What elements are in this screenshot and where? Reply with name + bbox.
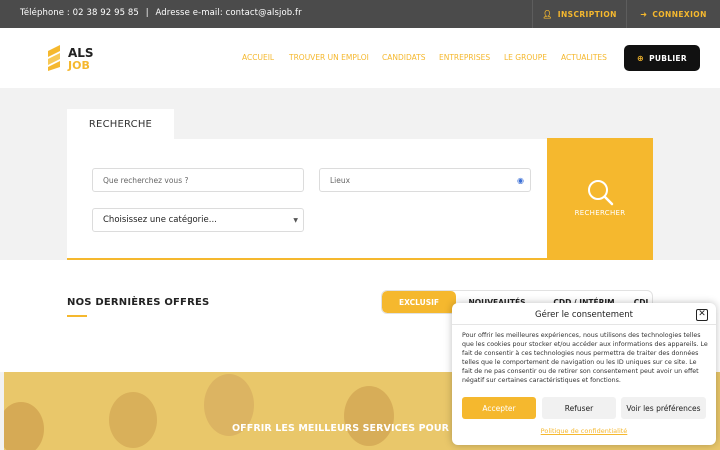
signup-label: INSCRIPTION [557, 9, 617, 19]
contact-info: Téléphone : 02 38 92 95 85 | Adresse e-m… [20, 8, 302, 18]
nav-candidats[interactable]: CANDIDATS [382, 53, 426, 62]
search-button-label: RECHERCHER [574, 209, 626, 217]
category-select[interactable]: Choisissez une catégorie... ▼ [92, 208, 304, 232]
nav-entreprises[interactable]: ENTREPRISES [439, 53, 490, 62]
cookie-consent-dialog: Gérer le consentement ✕ Pour offrir les … [452, 303, 716, 445]
consent-body: Pour offrir les meilleures expériences, … [462, 332, 708, 384]
location-target-icon[interactable]: ◉ [517, 176, 524, 185]
refuse-button[interactable]: Refuser [542, 397, 616, 419]
location-placeholder: Lieux [330, 175, 351, 185]
title-underline [67, 315, 87, 317]
category-value: Choisissez une catégorie... [103, 215, 217, 225]
tab-exclusif[interactable]: EXCLUSIF [382, 291, 456, 313]
divider [452, 324, 716, 325]
login-label: CONNEXION [652, 9, 707, 19]
top-bar: Téléphone : 02 38 92 95 85 | Adresse e-m… [0, 0, 720, 28]
user-icon: 👤︎ [542, 9, 553, 19]
search-tab[interactable]: RECHERCHE [67, 109, 174, 139]
privacy-policy-link[interactable]: Politique de confidentialité [452, 427, 716, 435]
consent-title: Gérer le consentement [535, 310, 633, 320]
nav-actualites[interactable]: ACTUALITES [561, 53, 607, 62]
logo-mark-icon [48, 45, 60, 71]
hero-text: OFFRIR LES MEILLEURS SERVICES POUR NOS C [232, 423, 487, 434]
plus-circle-icon: ⊕ [637, 53, 645, 63]
publish-button[interactable]: ⊕ PUBLIER [624, 45, 700, 71]
login-button[interactable]: ➜ CONNEXION [626, 0, 720, 28]
signin-icon: ➜ [640, 9, 648, 19]
email-text[interactable]: Adresse e-mail: contact@alsjob.fr [156, 8, 302, 18]
nav-accueil[interactable]: ACCUEIL [242, 53, 274, 62]
signup-button[interactable]: 👤︎ INSCRIPTION [532, 0, 626, 28]
logo-text-als: ALS [68, 46, 94, 60]
preferences-button[interactable]: Voir les préférences [621, 397, 706, 419]
hero-photo-person [344, 386, 394, 446]
hero-photo-person [109, 392, 157, 448]
nav-le-groupe[interactable]: LE GROUPE [504, 53, 547, 62]
search-query-input[interactable]: Que recherchez vous ? [92, 168, 304, 192]
search-button[interactable]: RECHERCHER [547, 138, 653, 260]
main-header: ALS JOB ACCUEIL TROUVER UN EMPLOI CANDID… [0, 28, 720, 88]
offers-title: NOS DERNIÈRES OFFRES [67, 297, 210, 308]
close-icon[interactable]: ✕ [696, 309, 708, 321]
hero-photo-person [4, 402, 44, 450]
phone-text: Téléphone : 02 38 92 95 85 [20, 8, 139, 18]
publish-label: PUBLIER [649, 53, 687, 63]
logo-text-job: JOB [68, 59, 90, 72]
search-panel: Que recherchez vous ? Lieux ◉ Choisissez… [67, 139, 547, 260]
nav-trouver-un-emploi[interactable]: TROUVER UN EMPLOI [289, 53, 369, 62]
search-icon [588, 180, 614, 206]
accept-button[interactable]: Accepter [462, 397, 536, 419]
location-input[interactable]: Lieux ◉ [319, 168, 531, 192]
search-query-placeholder: Que recherchez vous ? [103, 175, 189, 185]
separator: | [145, 8, 149, 18]
site-logo[interactable]: ALS JOB [46, 45, 106, 73]
chevron-down-icon: ▼ [293, 217, 298, 224]
